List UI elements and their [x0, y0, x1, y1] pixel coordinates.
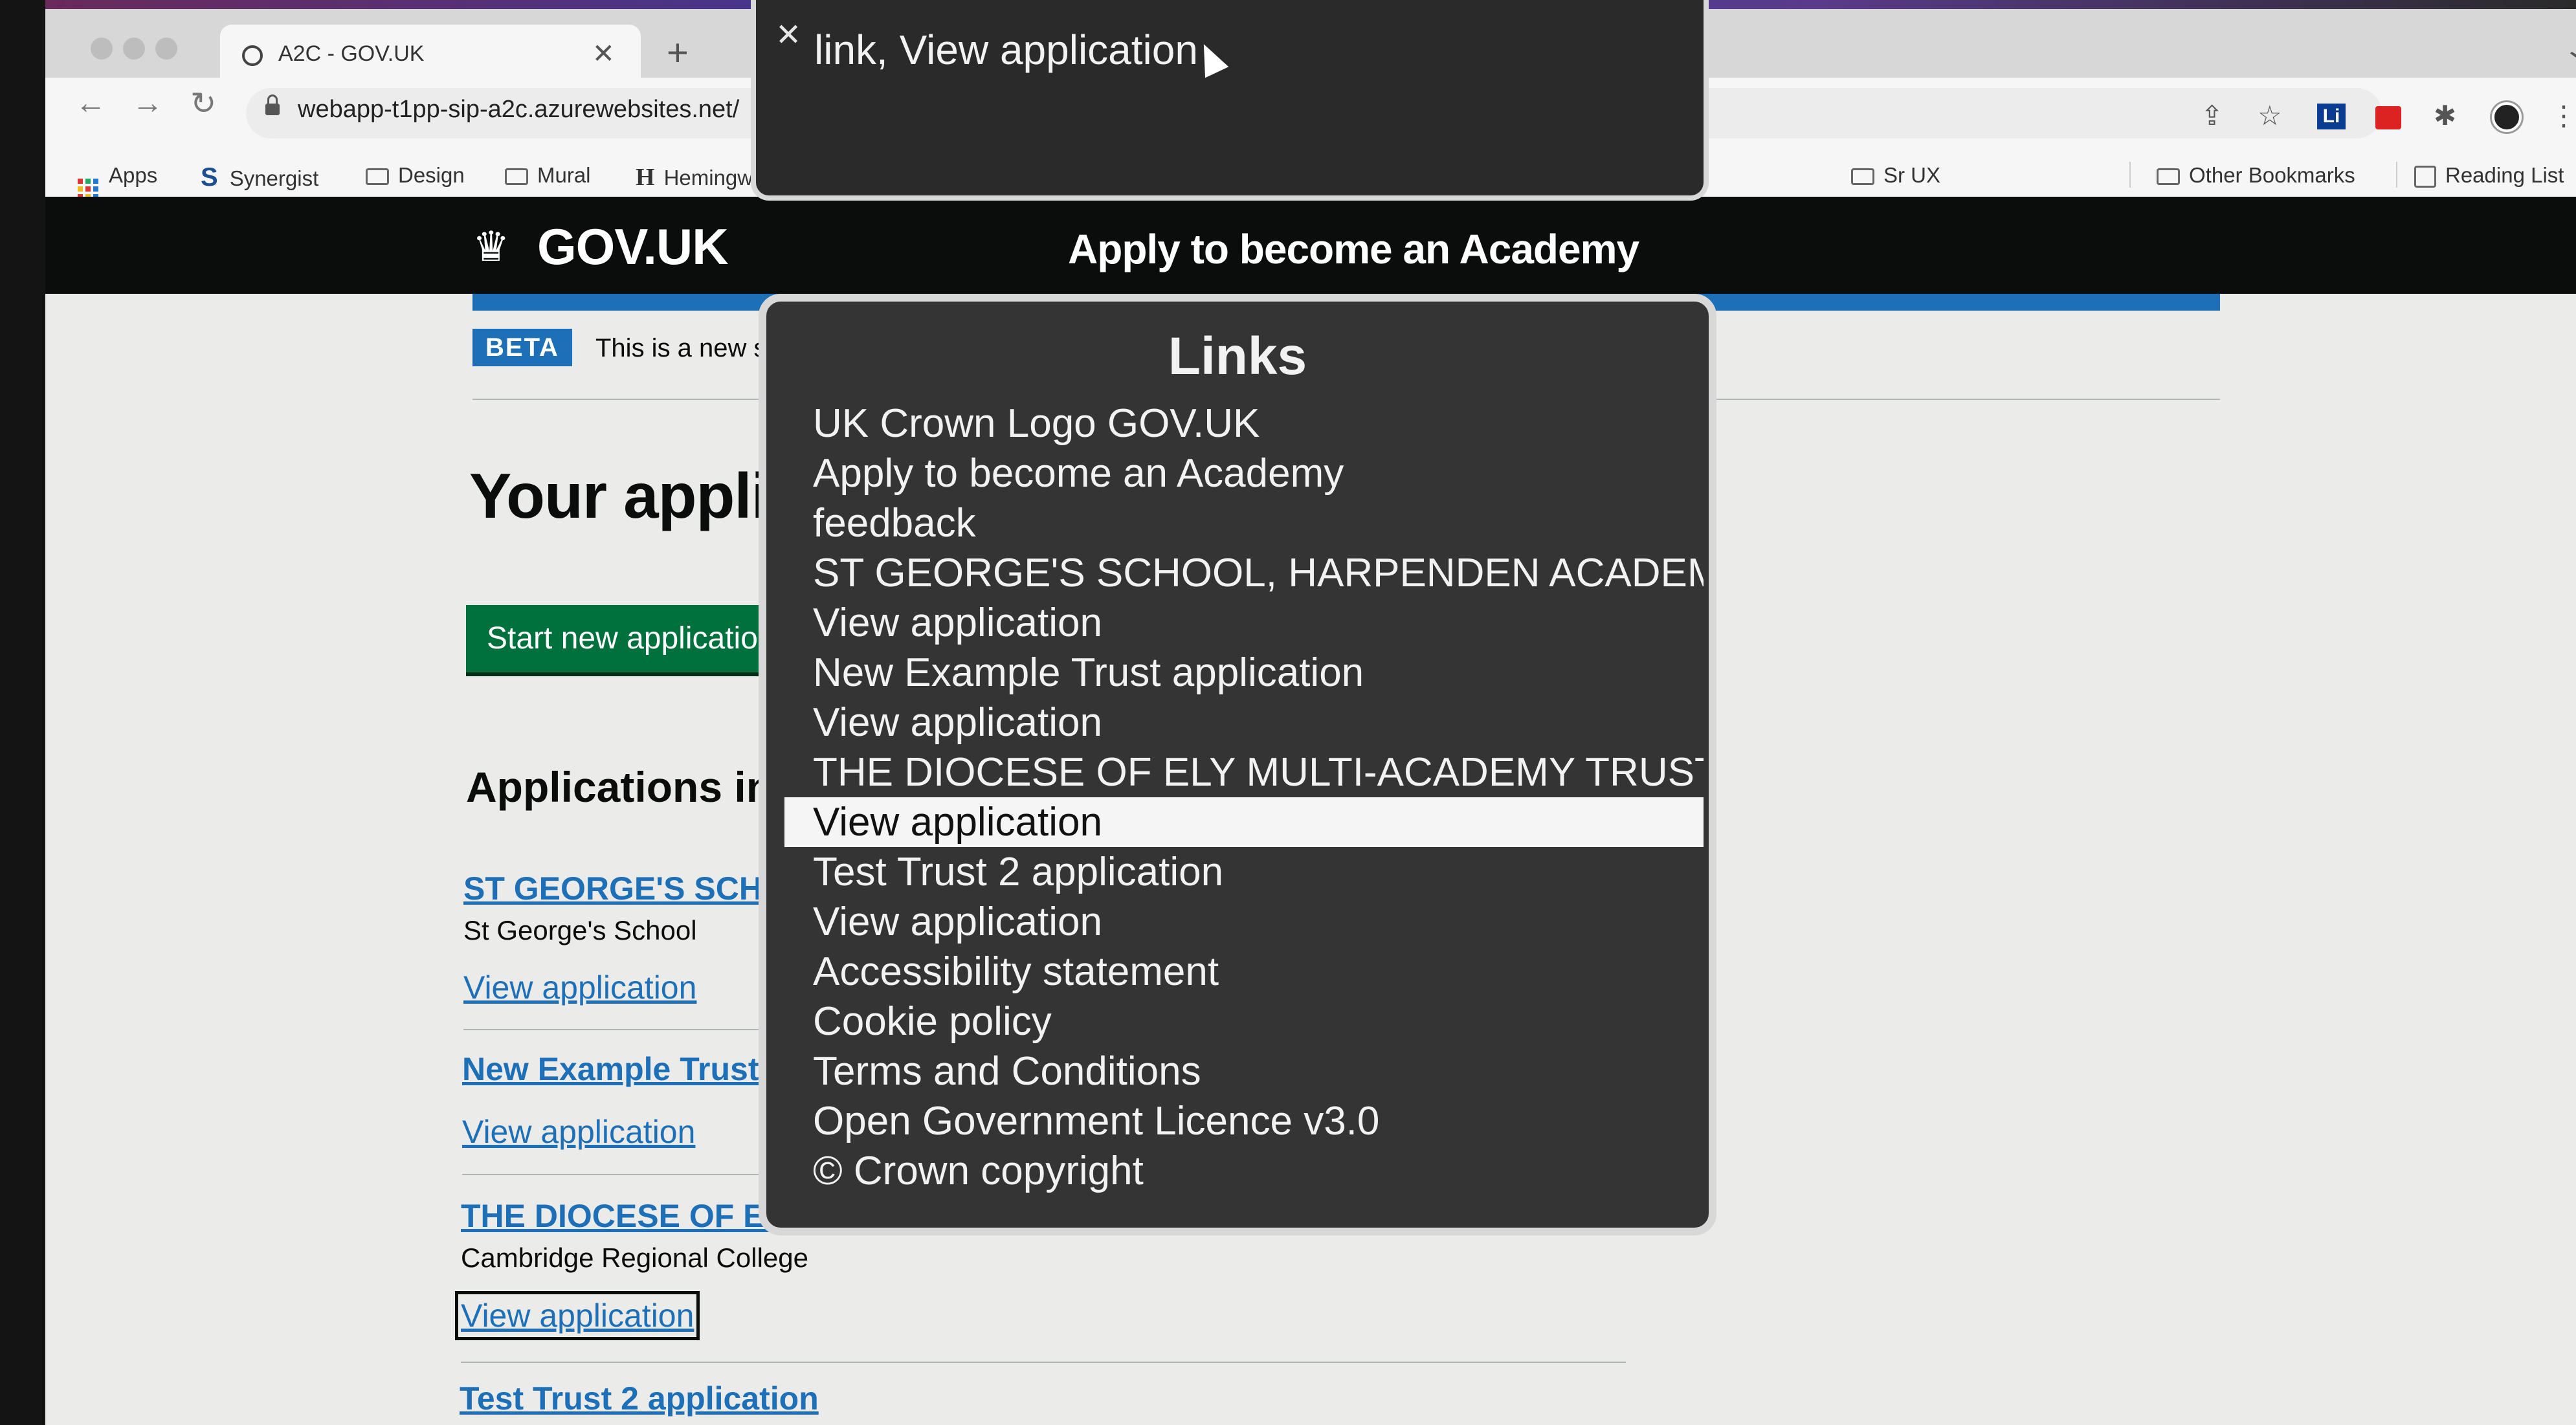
rotor-link-item[interactable]: View application — [784, 698, 1704, 747]
bookmark-label: Design — [398, 163, 465, 187]
rotor-link-item[interactable]: feedback — [784, 498, 1704, 548]
bookmark-label: Other Bookmarks — [2189, 163, 2355, 187]
close-caption-icon[interactable]: ✕ — [775, 17, 801, 53]
view-application-link[interactable]: View application — [462, 1113, 695, 1151]
govuk-header: ♛ GOV.UK Apply to become an Academy — [45, 197, 2576, 294]
bookmark-label: Mural — [537, 163, 591, 187]
bookmarks-divider — [2396, 162, 2397, 188]
profile-avatar[interactable] — [2492, 102, 2522, 132]
application-title-link[interactable]: THE DIOCESE OF ELY — [461, 1197, 803, 1235]
rotor-link-item[interactable]: UK Crown Logo GOV.UK — [784, 399, 1704, 448]
bookmark-apps[interactable]: Apps — [78, 163, 157, 199]
synergist-icon: S — [201, 163, 218, 192]
bookmark-mural[interactable]: Mural — [505, 163, 591, 188]
forward-button[interactable]: → — [132, 85, 163, 121]
view-application-link-focused[interactable]: View application — [454, 1291, 700, 1340]
menu-kebab-icon[interactable]: ⋮ — [2550, 100, 2576, 131]
application-title-link[interactable]: Test Trust 2 application — [460, 1380, 819, 1417]
rotor-link-item[interactable]: THE DIOCESE OF ELY MULTI-ACADEMY TRUST a… — [784, 747, 1704, 797]
minimize-window-button[interactable] — [123, 38, 145, 60]
rotor-link-item[interactable]: View application — [784, 797, 1704, 847]
tab-search-chevron-icon[interactable]: ⌄ — [2563, 35, 2576, 65]
tab-title: A2C - GOV.UK — [278, 41, 425, 66]
rotor-link-item[interactable]: ST GEORGE'S SCHOOL, HARPENDEN ACADEMY… — [784, 548, 1704, 598]
bookmark-label: Apps — [109, 163, 158, 187]
hemingway-icon: H — [636, 164, 655, 191]
url-text: webapp-t1pp-sip-a2c.azurewebsites.net/ — [298, 96, 740, 123]
application-school-name: Cambridge Regional College — [461, 1243, 808, 1273]
zoom-window-button[interactable] — [155, 38, 177, 60]
crown-icon[interactable]: ♛ — [472, 223, 509, 271]
rotor-link-item[interactable]: View application — [784, 598, 1704, 648]
voiceover-caption-panel: ✕ link, View application — [751, 0, 1709, 201]
bookmark-sr-ux[interactable]: Sr UX — [1851, 163, 1940, 188]
rotor-link-item[interactable]: © Crown copyright — [784, 1146, 1704, 1196]
rotor-link-item[interactable]: Open Government Licence v3.0 — [784, 1096, 1704, 1146]
lock-icon[interactable] — [265, 94, 280, 115]
bookmark-star-icon[interactable]: ☆ — [2258, 100, 2282, 131]
rotor-link-item[interactable]: Test Trust 2 application — [784, 847, 1704, 897]
bookmark-design[interactable]: Design — [366, 163, 465, 188]
rotor-links-list: UK Crown Logo GOV.UK Apply to become an A… — [784, 399, 1704, 1196]
rotor-link-item[interactable]: Terms and Conditions — [784, 1046, 1704, 1096]
folder-icon — [366, 168, 389, 185]
row-divider — [461, 1362, 1626, 1363]
application-school-name: St George's School — [463, 915, 697, 945]
share-icon[interactable]: ⇪ — [2201, 100, 2223, 131]
globe-icon — [242, 45, 263, 66]
voiceover-caption-text: link, View application — [814, 27, 1198, 73]
bookmark-other[interactable]: Other Bookmarks — [2157, 163, 2355, 188]
phase-tag: BETA — [472, 329, 572, 366]
service-name-link[interactable]: Apply to become an Academy — [1068, 225, 1639, 273]
rotor-link-item[interactable]: Apply to become an Academy — [784, 448, 1704, 498]
back-button[interactable]: ← — [75, 85, 106, 121]
bookmarks-divider — [2129, 162, 2131, 188]
rotor-link-item[interactable]: Accessibility statement — [784, 947, 1704, 997]
bookmark-label: Sr UX — [1883, 163, 1941, 187]
application-title-link[interactable]: New Example Trust ap — [462, 1050, 806, 1088]
extensions-puzzle-icon[interactable]: ✱ — [2434, 100, 2456, 131]
new-tab-button[interactable]: + — [667, 31, 689, 74]
rotor-link-item[interactable]: New Example Trust application — [784, 648, 1704, 698]
folder-icon — [505, 168, 528, 185]
folder-icon — [2157, 168, 2180, 185]
bookmark-label: Synergist — [229, 166, 319, 190]
rotor-link-item[interactable]: View application — [784, 897, 1704, 947]
red-extension-icon[interactable] — [2375, 106, 2401, 129]
bookmark-reading-list[interactable]: Reading List — [2414, 163, 2564, 188]
linkedin-extension-icon[interactable]: Li — [2317, 104, 2346, 129]
rotor-title: Links — [1168, 327, 1307, 386]
reading-list-icon — [2414, 166, 2436, 188]
close-window-button[interactable] — [91, 38, 113, 60]
bookmark-label: Reading List — [2445, 163, 2564, 187]
govuk-logo[interactable]: GOV.UK — [537, 217, 729, 276]
reload-button[interactable]: ↻ — [190, 85, 216, 122]
voiceover-rotor: Links UK Crown Logo GOV.UK Apply to becom… — [759, 294, 1716, 1235]
folder-icon — [1851, 168, 1874, 185]
close-tab-icon[interactable]: ✕ — [592, 38, 615, 69]
view-application-link[interactable]: View application — [463, 969, 696, 1006]
rotor-link-item[interactable]: Cookie policy — [784, 997, 1704, 1046]
bookmark-synergist[interactable]: S Synergist — [201, 163, 318, 192]
